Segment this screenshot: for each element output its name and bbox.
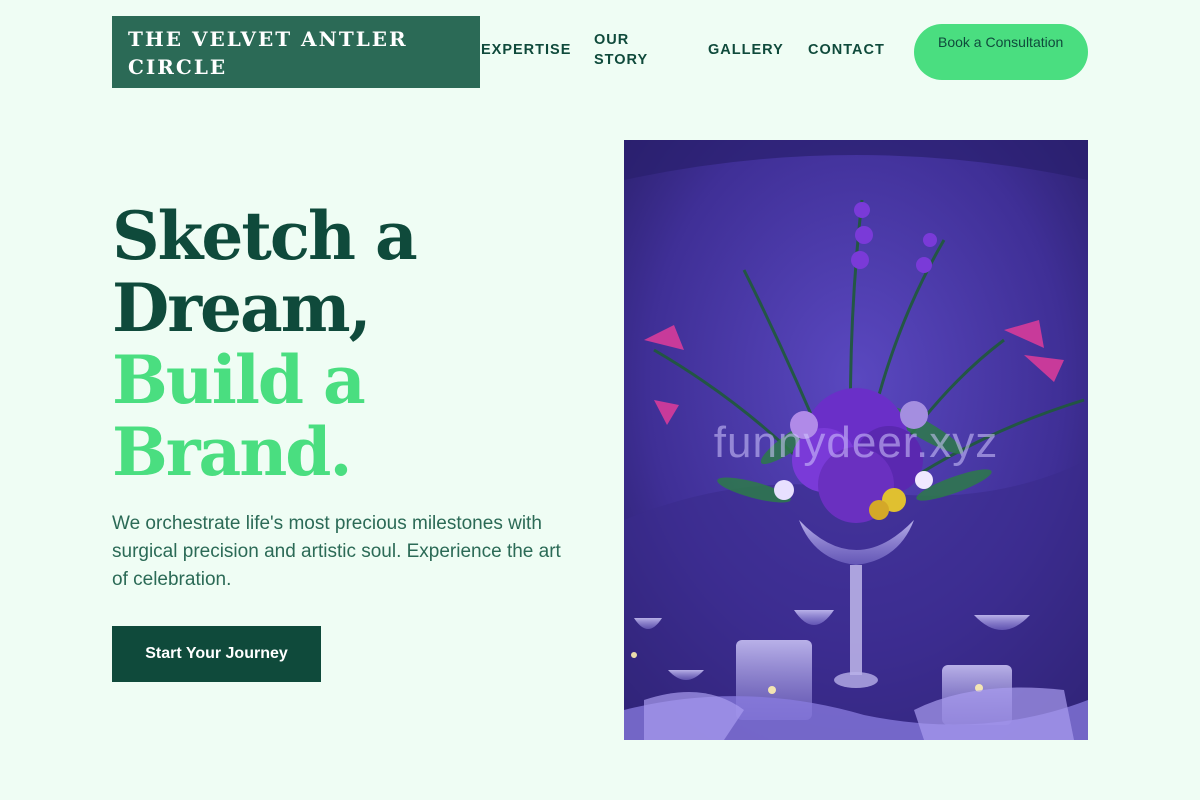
hero-headline: Sketch a Dream, Build a Brand. [112, 200, 592, 488]
nav-link-our-story[interactable]: OUR STORY [594, 30, 674, 70]
hero-image: funnydeer.xyz [624, 140, 1088, 740]
site-header: THE VELVET ANTLER CIRCLE EXPERTISE OUR S… [0, 0, 1200, 110]
nav-link-contact[interactable]: CONTACT [808, 40, 885, 60]
brand-name: THE VELVET ANTLER CIRCLE [128, 27, 408, 79]
headline-line-accent: Brand. [112, 413, 352, 491]
headline-line: Dream, [112, 269, 372, 347]
hero-subtext: We orchestrate life's most precious mile… [112, 513, 561, 590]
nav-link-expertise[interactable]: EXPERTISE [481, 40, 571, 60]
nav-link-gallery[interactable]: GALLERY [708, 40, 784, 60]
start-journey-button[interactable]: Start Your Journey [112, 626, 321, 682]
book-consultation-button[interactable]: Book a Consultation [914, 24, 1088, 80]
headline-line: Sketch a [112, 197, 418, 275]
image-watermark: funnydeer.xyz [713, 418, 999, 467]
brand-logo[interactable]: THE VELVET ANTLER CIRCLE [112, 16, 480, 88]
headline-line-accent: Build a [112, 341, 366, 419]
